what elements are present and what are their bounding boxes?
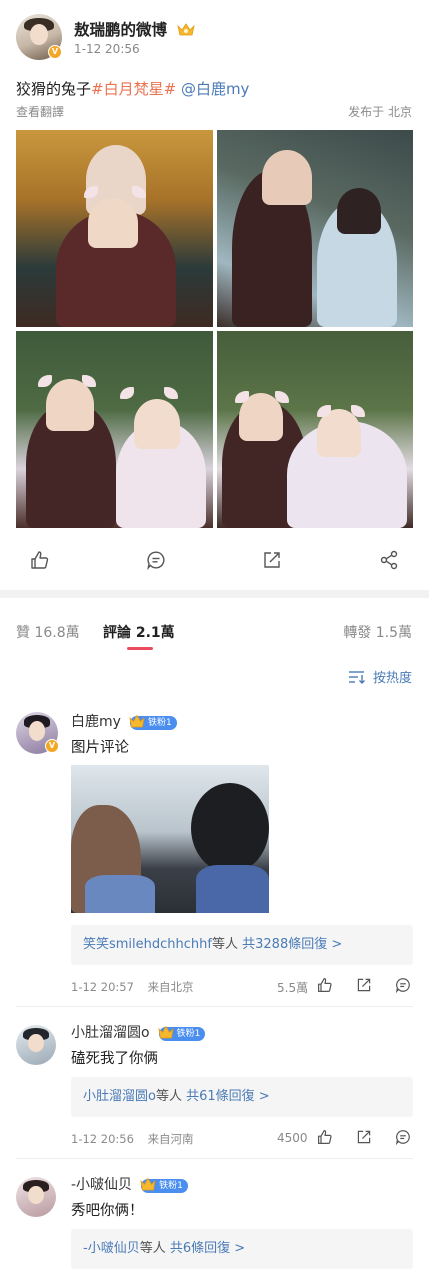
fan-badge: 铁粉1 [140, 1177, 188, 1193]
tab-likes[interactable]: 贊 16.8萬 [16, 622, 80, 642]
mention-link[interactable]: @白鹿my [181, 80, 250, 98]
reply-names: -小啵仙贝 [83, 1241, 140, 1256]
section-divider [0, 590, 429, 598]
reply-summary[interactable]: 笑笑smilehdchhchhf等人 共3288條回復 > [71, 925, 413, 965]
thumbs-up-icon[interactable] [317, 977, 333, 993]
comment-text: 秀吧你俩！ [71, 1203, 144, 1219]
reply-mid: 等人 [139, 1241, 166, 1256]
comment-header: 白鹿my 铁粉1 [71, 711, 177, 731]
tab-comments[interactable]: 評論 2.1萬 [103, 622, 175, 642]
comment-header: -小啵仙贝 铁粉1 [71, 1174, 188, 1194]
repost-icon[interactable] [356, 1129, 372, 1145]
verified-badge: V [45, 739, 59, 753]
comment-time: 1-12 20:56 来自河南 [71, 1131, 194, 1147]
post-location: 发布于 北京 [348, 105, 412, 119]
thumbs-up-icon[interactable] [30, 550, 50, 570]
comment-divider [16, 1158, 413, 1159]
repost-icon[interactable] [356, 977, 372, 993]
comment-time: 1-12 20:57 来自北京 [71, 979, 194, 995]
post-text-main: 狡猾的兔子 [16, 80, 92, 98]
comment-header: 小肚溜溜圆o 铁粉1 [71, 1022, 206, 1042]
comment-text: 图片评论 [71, 740, 129, 756]
repost-icon[interactable] [262, 550, 282, 570]
post-time: 1-12 20:56 [74, 42, 140, 56]
comment-icon[interactable] [395, 977, 411, 993]
share-icon[interactable] [379, 550, 399, 570]
tab-reposts[interactable]: 轉發 1.5萬 [343, 622, 412, 642]
verified-badge: V [48, 45, 62, 59]
crown-icon [177, 23, 195, 36]
tab-active-indicator [127, 647, 153, 650]
comment-date: 1-12 20:56 [71, 1132, 134, 1146]
reply-mid: 等人 [211, 937, 238, 952]
fan-badge: 铁粉1 [129, 714, 177, 730]
post-photo-2[interactable] [217, 130, 413, 327]
reply-names: 小肚溜溜圆o [83, 1089, 156, 1104]
comment-avatar[interactable] [16, 1025, 56, 1065]
comment-icon[interactable] [146, 550, 166, 570]
sort-label: 按热度 [372, 671, 412, 686]
comment-from: 来自河南 [147, 1132, 194, 1146]
author-name[interactable]: 敖瑞鹏的微博 [74, 21, 167, 39]
crown-icon [140, 1177, 156, 1191]
fan-badge: 铁粉1 [158, 1025, 206, 1041]
post-photo-4[interactable] [217, 331, 413, 528]
translate-link[interactable]: 查看翻譯 [16, 103, 64, 120]
comment-date: 1-12 20:57 [71, 980, 134, 994]
comment-avatar[interactable] [16, 1177, 56, 1217]
post-photo-1[interactable] [16, 130, 213, 327]
reply-count: 共3288條回復 > [242, 937, 343, 952]
comment-likes: 4500 [277, 1131, 308, 1145]
commenter-name[interactable]: -小啵仙贝 [71, 1177, 132, 1193]
fan-badge-label: 铁粉1 [159, 1181, 183, 1191]
comment-likes: 5.5萬 [277, 981, 309, 995]
post-photo-3[interactable] [16, 331, 213, 528]
reply-count: 共6條回復 > [169, 1241, 246, 1256]
sort-icon [348, 671, 365, 684]
post-text: 狡猾的兔子#白月梵星# @白鹿my [16, 78, 249, 99]
comment-icon[interactable] [395, 1129, 411, 1145]
comment-divider [16, 1006, 413, 1007]
reply-count: 共61條回復 > [186, 1089, 270, 1104]
commenter-name[interactable]: 小肚溜溜圆o [71, 1025, 150, 1041]
reply-summary[interactable]: -小啵仙贝等人 共6條回復 > [71, 1229, 413, 1269]
crown-icon [129, 714, 145, 728]
crown-icon [158, 1025, 174, 1039]
fan-badge-label: 铁粉1 [176, 1029, 201, 1039]
comment-image[interactable] [71, 765, 269, 913]
fan-badge-label: 铁粉1 [148, 718, 172, 728]
hashtag-link[interactable]: #白月梵星# [91, 80, 176, 98]
author-row: 敖瑞鹏的微博 [74, 18, 196, 40]
sort-control[interactable]: 按热度 [348, 667, 412, 686]
comment-text: 磕死我了你俩 [71, 1051, 158, 1067]
reply-mid: 等人 [155, 1089, 182, 1104]
commenter-name[interactable]: 白鹿my [71, 714, 121, 730]
reply-summary[interactable]: 小肚溜溜圆o等人 共61條回復 > [71, 1077, 413, 1117]
reply-names: 笑笑smilehdchhchhf [83, 937, 212, 952]
thumbs-up-icon[interactable] [317, 1129, 333, 1145]
comment-from: 来自北京 [147, 980, 194, 994]
